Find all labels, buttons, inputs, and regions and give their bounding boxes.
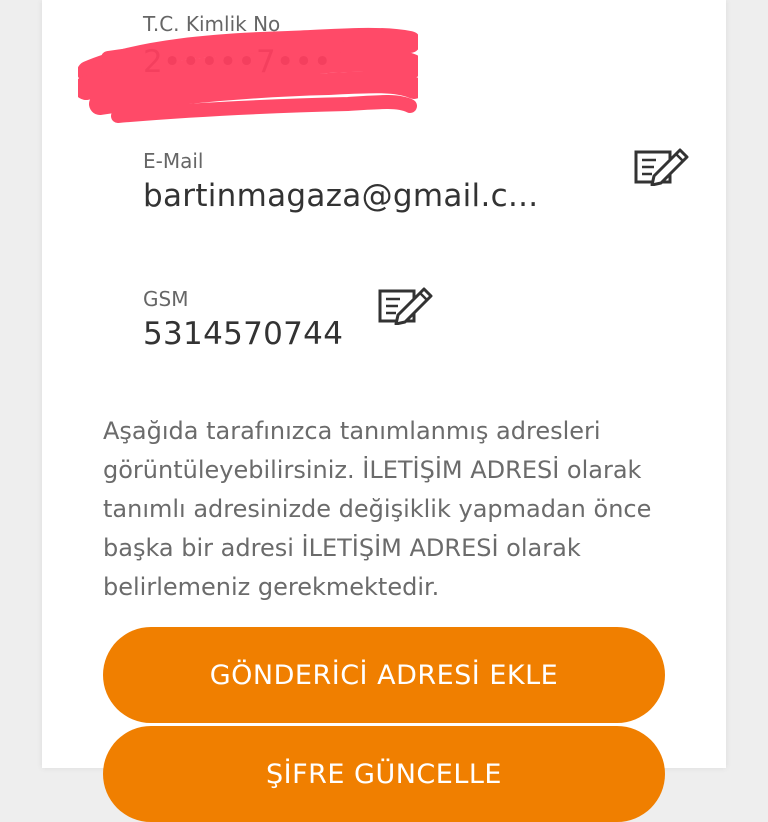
email-label: E-Mail	[143, 149, 204, 173]
redaction-scribble	[78, 27, 418, 123]
email-value: bartinmagaza@gmail.c...	[143, 178, 539, 214]
gsm-value: 5314570744	[143, 316, 344, 352]
address-info-text: Aşağıda tarafınızca tanımlanmış adresler…	[103, 417, 652, 601]
email-edit-icon[interactable]	[634, 146, 690, 186]
update-password-button[interactable]: ŞİFRE GÜNCELLE	[103, 726, 665, 822]
gsm-edit-icon[interactable]	[378, 285, 434, 325]
add-sender-address-button[interactable]: GÖNDERİCİ ADRESİ EKLE	[103, 627, 665, 723]
gsm-label: GSM	[143, 287, 189, 311]
